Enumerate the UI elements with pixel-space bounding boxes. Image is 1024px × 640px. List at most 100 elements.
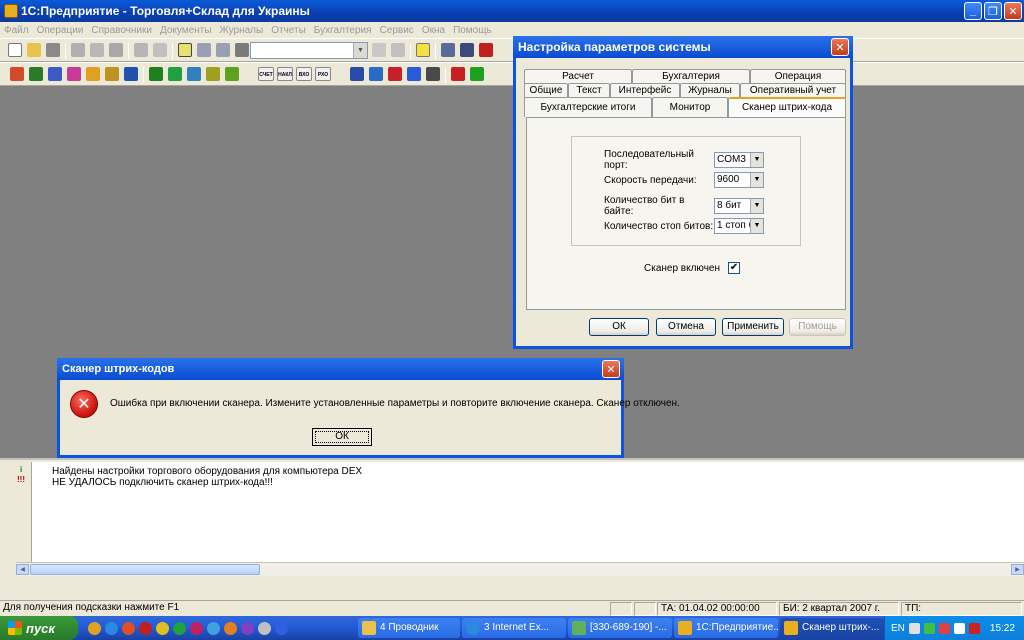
- restore-icon[interactable]: ❐: [984, 2, 1002, 20]
- document-icon[interactable]: [124, 67, 138, 81]
- book-icon[interactable]: [149, 67, 163, 81]
- cash-in-icon[interactable]: ВХО: [296, 67, 312, 81]
- ie-icon[interactable]: [105, 621, 118, 635]
- print-preview-icon[interactable]: [153, 43, 167, 57]
- apply-button[interactable]: Применить: [722, 318, 784, 336]
- chevron-down-icon[interactable]: ▼: [750, 219, 763, 233]
- task-1c[interactable]: 1С:Предприятие...: [674, 618, 778, 638]
- paste-icon[interactable]: [109, 43, 123, 57]
- find-icon[interactable]: [235, 43, 249, 57]
- scroll-right-icon[interactable]: ▶: [1011, 564, 1024, 575]
- messenger-icon[interactable]: [207, 621, 220, 635]
- scroll-left-icon[interactable]: ◀: [16, 564, 29, 575]
- close-icon[interactable]: ✕: [831, 38, 849, 56]
- tray-icon[interactable]: [923, 622, 935, 634]
- error-dialog-title-bar[interactable]: Сканер штрих-кодов ✕: [57, 358, 624, 380]
- reference-icon[interactable]: [10, 67, 24, 81]
- message-list[interactable]: i !!! Найдены настройки торгового оборуд…: [17, 462, 1024, 562]
- monitor-icon[interactable]: [479, 43, 493, 57]
- tray-icon[interactable]: [908, 622, 920, 634]
- pie-icon[interactable]: [451, 67, 465, 81]
- menu-references[interactable]: Справочники: [91, 25, 152, 36]
- app-shortcut-icon[interactable]: [88, 621, 101, 635]
- tab-operational-accounting[interactable]: Оперативный учет: [740, 83, 846, 98]
- search-combo[interactable]: ▼: [250, 42, 368, 59]
- scanner-enabled-checkbox[interactable]: ✔: [728, 262, 741, 274]
- settings-dialog-title-bar[interactable]: Настройка параметров системы ✕: [513, 36, 853, 58]
- money-icon[interactable]: [225, 67, 239, 81]
- calendar-icon[interactable]: [460, 43, 474, 57]
- table-icon[interactable]: [369, 67, 383, 81]
- horizontal-scrollbar[interactable]: ◀ ▶: [16, 562, 1024, 576]
- tab-monitor[interactable]: Монитор: [652, 97, 728, 117]
- clock[interactable]: 15:22: [990, 623, 1015, 634]
- cash-out-icon[interactable]: РХО: [315, 67, 331, 81]
- question-icon[interactable]: [416, 43, 430, 57]
- player-icon[interactable]: [190, 621, 203, 635]
- task-scanner[interactable]: Сканер штрих-...: [780, 618, 884, 638]
- utility-icon[interactable]: [241, 621, 254, 635]
- tab-journals[interactable]: Журналы: [680, 83, 740, 98]
- journal-icon[interactable]: [350, 67, 364, 81]
- stopbits-select[interactable]: 1 стоп б ▼: [714, 218, 764, 234]
- baud-select[interactable]: 9600 ▼: [714, 172, 764, 188]
- pencil-icon[interactable]: [86, 67, 100, 81]
- ok-button[interactable]: ОК: [589, 318, 649, 336]
- folder-icon[interactable]: [156, 621, 169, 635]
- edit-icon[interactable]: [105, 67, 119, 81]
- tab-calculation[interactable]: Расчет: [524, 69, 632, 84]
- cut-icon[interactable]: [71, 43, 85, 57]
- start-button[interactable]: пуск: [0, 616, 78, 640]
- globe-icon[interactable]: [470, 67, 484, 81]
- undo-icon[interactable]: [197, 43, 211, 57]
- search-next-icon[interactable]: [372, 43, 386, 57]
- close-icon[interactable]: ✕: [1004, 2, 1022, 20]
- explorer-icon[interactable]: [275, 621, 288, 635]
- goods-icon[interactable]: [48, 67, 62, 81]
- new-document-icon[interactable]: [8, 43, 22, 57]
- menu-service[interactable]: Сервис: [380, 25, 414, 36]
- port-select[interactable]: COM3 ▼: [714, 152, 764, 168]
- tool-icon[interactable]: [224, 621, 237, 635]
- redo-icon[interactable]: [216, 43, 230, 57]
- menu-accounting[interactable]: Бухгалтерия: [314, 25, 372, 36]
- arrow-right-icon[interactable]: [168, 67, 182, 81]
- help-button[interactable]: Помощь: [789, 318, 846, 336]
- tray-icon[interactable]: [953, 622, 965, 634]
- search-prev-icon[interactable]: [391, 43, 405, 57]
- menu-journals[interactable]: Журналы: [220, 25, 264, 36]
- grid-icon[interactable]: [388, 67, 402, 81]
- chevron-down-icon[interactable]: ▼: [750, 199, 763, 213]
- desktop-icon[interactable]: [258, 621, 271, 635]
- save-icon[interactable]: [46, 43, 60, 57]
- tab-general[interactable]: Общие: [524, 83, 568, 98]
- tab-interface[interactable]: Интерфейс: [610, 83, 680, 98]
- minimize-icon[interactable]: _: [964, 2, 982, 20]
- info-icon[interactable]: [187, 67, 201, 81]
- tab-barcode-scanner[interactable]: Сканер штрих-кода: [728, 97, 846, 117]
- error-ok-button[interactable]: ОК: [312, 428, 372, 446]
- menu-help[interactable]: Помощь: [453, 25, 492, 36]
- kaspersky-icon[interactable]: [968, 622, 980, 634]
- menu-operations[interactable]: Операции: [37, 25, 84, 36]
- price-icon[interactable]: [67, 67, 81, 81]
- menu-reports[interactable]: Отчеты: [271, 25, 306, 36]
- menu-file[interactable]: Файл: [4, 25, 29, 36]
- tab-accounting-totals[interactable]: Бухгалтерские итоги: [524, 97, 652, 117]
- scroll-thumb[interactable]: [30, 564, 260, 575]
- open-folder-icon[interactable]: [27, 43, 41, 57]
- chevron-down-icon[interactable]: ▼: [750, 173, 763, 187]
- cancel-button[interactable]: Отмена: [656, 318, 716, 336]
- invoice-icon[interactable]: СЧЕТ: [258, 67, 274, 81]
- calculator-icon[interactable]: [441, 43, 455, 57]
- menu-windows[interactable]: Окна: [422, 25, 445, 36]
- task-internet-explorer[interactable]: 3 Internet Ex...: [462, 618, 566, 638]
- list-icon[interactable]: [426, 67, 440, 81]
- chevron-down-icon[interactable]: ▼: [750, 153, 763, 167]
- tab-accounting[interactable]: Бухгалтерия: [632, 69, 750, 84]
- close-icon[interactable]: ✕: [602, 360, 620, 378]
- help-index-icon[interactable]: [178, 43, 192, 57]
- language-indicator[interactable]: EN: [891, 623, 905, 634]
- waybill-icon[interactable]: НАКЛ: [277, 67, 293, 81]
- report-icon[interactable]: [407, 67, 421, 81]
